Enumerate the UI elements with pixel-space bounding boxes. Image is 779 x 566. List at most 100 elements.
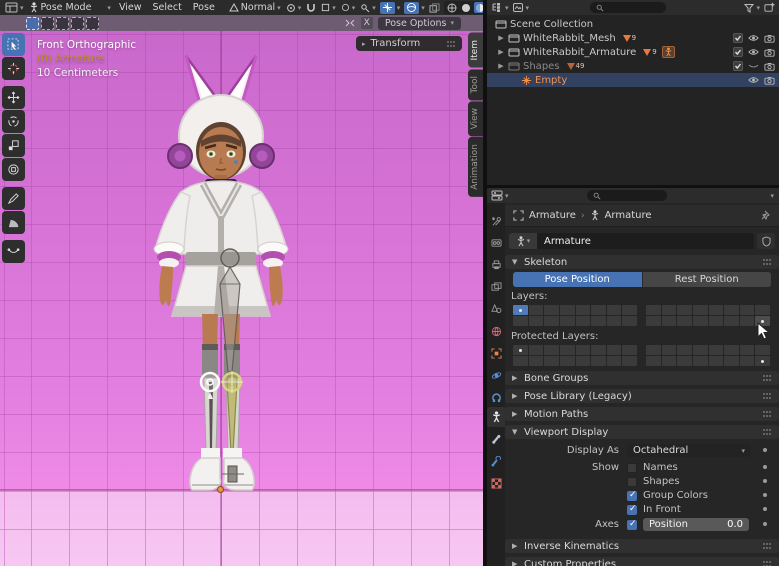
layer-cell[interactable] (662, 316, 677, 326)
tab-output[interactable] (487, 255, 505, 275)
layer-cell[interactable] (662, 305, 677, 315)
drag-grip-icon[interactable] (447, 41, 456, 47)
tab-object[interactable] (487, 343, 505, 363)
animate-decorator-dot[interactable] (763, 507, 767, 511)
layer-cell[interactable] (709, 316, 724, 326)
proportional-edit-toggle[interactable]: ▾ (341, 3, 356, 12)
names-checkbox[interactable] (627, 463, 637, 473)
layer-cell[interactable] (693, 356, 708, 366)
tab-texture[interactable] (487, 473, 505, 493)
armature-object-chip[interactable] (662, 46, 675, 58)
drag-grip-icon[interactable] (763, 561, 772, 566)
fake-user-shield-button[interactable] (757, 233, 775, 249)
layer-cell[interactable] (607, 305, 622, 315)
outliner-editor-type-button[interactable]: ▾ (491, 2, 509, 13)
tab-scene[interactable] (487, 299, 505, 319)
layer-cell[interactable] (513, 356, 528, 366)
panel-inverse-kinematics[interactable]: ▶ Inverse Kinematics (505, 539, 779, 553)
show-gizmo-toggle[interactable]: ▾ (380, 2, 401, 14)
panel-motion-paths[interactable]: ▶ Motion Paths (505, 407, 779, 421)
layer-cell[interactable] (677, 305, 692, 315)
pose-options-dropdown[interactable]: Pose Options ▾ (378, 17, 461, 30)
object-origin-dot[interactable] (217, 486, 224, 493)
layer-cell[interactable] (724, 316, 739, 326)
layer-cell[interactable] (724, 345, 739, 355)
eye-icon[interactable] (748, 48, 759, 56)
layer-cell[interactable] (576, 316, 591, 326)
layer-cell[interactable] (693, 305, 708, 315)
tab-constraints[interactable] (487, 387, 505, 407)
xray-toggle[interactable] (429, 3, 440, 13)
animate-decorator-dot[interactable] (763, 448, 767, 452)
layer-cell[interactable] (591, 345, 606, 355)
transform-orientation-dropdown[interactable]: Normal ▾ (229, 2, 281, 13)
tool-pose-breakdowner[interactable] (2, 240, 25, 263)
camera-icon[interactable] (764, 48, 775, 57)
layer-cell[interactable] (544, 356, 559, 366)
layer-cell[interactable] (740, 345, 755, 355)
sidebar-tab-animation[interactable]: Animation (468, 137, 483, 197)
tab-world[interactable] (487, 321, 505, 341)
layer-cell[interactable] (607, 345, 622, 355)
layer-cell[interactable] (646, 356, 661, 366)
layer-cell[interactable] (709, 345, 724, 355)
tool-cursor[interactable] (2, 57, 25, 80)
id-name-field[interactable]: Armature (537, 233, 754, 249)
layer-cell[interactable] (662, 345, 677, 355)
animate-decorator-dot[interactable] (763, 465, 767, 469)
tab-view-layer[interactable] (487, 277, 505, 297)
camera-icon[interactable] (764, 76, 775, 85)
tool-tweak-select[interactable] (2, 33, 25, 56)
layer-cell[interactable] (622, 356, 637, 366)
eye-icon[interactable] (748, 76, 759, 84)
panel-viewport-display-header[interactable]: ▼ Viewport Display (505, 425, 779, 439)
drag-grip-icon[interactable] (763, 259, 772, 265)
chevron-down-icon[interactable]: ▾ (770, 192, 774, 200)
show-overlays-toggle[interactable]: ▾ (404, 2, 425, 14)
snap-settings-dropdown[interactable]: ▾ (321, 3, 336, 12)
layer-cell[interactable] (513, 305, 528, 315)
tool-measure[interactable] (2, 211, 25, 234)
tab-object-data-armature[interactable] (487, 407, 505, 427)
layer-cell[interactable] (662, 356, 677, 366)
tool-rotate[interactable] (2, 110, 25, 133)
pin-icon[interactable] (761, 210, 771, 221)
panel-bone-groups[interactable]: ▶ Bone Groups (505, 371, 779, 385)
layer-cell[interactable] (646, 316, 661, 326)
layer-cell[interactable] (740, 316, 755, 326)
layer-cell[interactable] (724, 305, 739, 315)
layer-cell[interactable] (560, 356, 575, 366)
layer-cell[interactable] (560, 345, 575, 355)
tab-bone[interactable] (487, 429, 505, 449)
axes-checkbox[interactable] (627, 520, 637, 530)
tool-move[interactable] (2, 86, 25, 109)
panel-custom-properties[interactable]: ▶ Custom Properties (505, 557, 779, 566)
shapes-checkbox[interactable] (627, 477, 637, 487)
select-mode-subtract[interactable] (56, 17, 69, 30)
layer-cell[interactable] (646, 305, 661, 315)
in-front-checkbox[interactable] (627, 505, 637, 515)
layer-cell[interactable] (755, 305, 770, 315)
layer-cell[interactable] (529, 305, 544, 315)
layer-cell[interactable] (529, 316, 544, 326)
layer-cell[interactable] (724, 356, 739, 366)
pose-position-button[interactable]: Pose Position (513, 272, 642, 287)
camera-icon[interactable] (764, 34, 775, 43)
tab-physics[interactable] (487, 365, 505, 385)
outliner-row-whiterabbit-mesh[interactable]: ▶ WhiteRabbit_Mesh 9 (487, 31, 779, 45)
layer-cell[interactable] (693, 345, 708, 355)
layer-cell[interactable] (740, 356, 755, 366)
layer-cell[interactable] (755, 356, 770, 366)
layer-cell[interactable] (576, 356, 591, 366)
layer-cell[interactable] (544, 316, 559, 326)
layer-cell[interactable] (693, 316, 708, 326)
layer-cell[interactable] (755, 345, 770, 355)
eye-icon[interactable] (748, 34, 759, 42)
layer-cell[interactable] (591, 356, 606, 366)
breadcrumb-object[interactable]: Armature (529, 210, 576, 221)
layer-cell[interactable] (576, 305, 591, 315)
layer-cell[interactable] (677, 316, 692, 326)
editor-type-button[interactable]: ▾ (5, 2, 24, 13)
tab-tool[interactable] (487, 211, 505, 231)
outliner-row-scene-collection[interactable]: Scene Collection (487, 17, 779, 31)
